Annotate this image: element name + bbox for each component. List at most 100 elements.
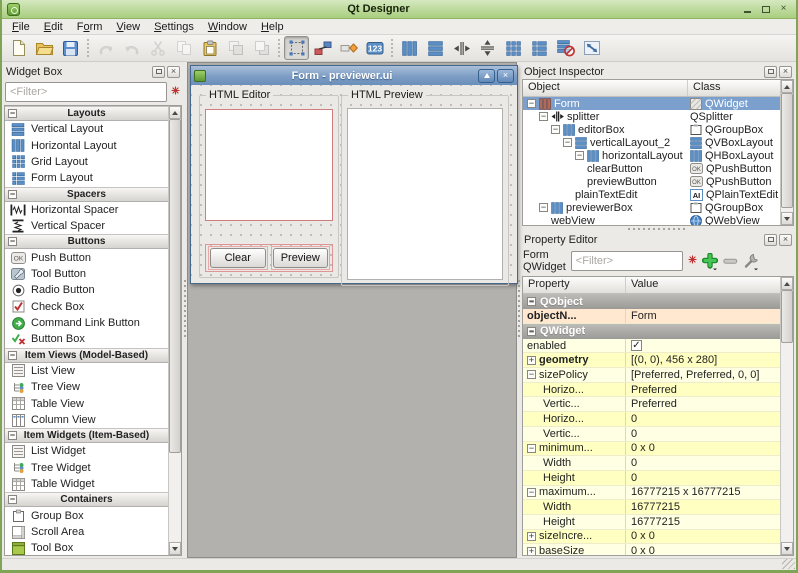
web-view[interactable] <box>347 108 503 280</box>
scroll-thumb[interactable] <box>781 290 793 343</box>
property-row-sizepolicy[interactable]: −sizePolicy[Preferred, Preferred, 0, 0] <box>523 368 780 383</box>
section-header-containers[interactable]: −Containers <box>5 492 168 507</box>
widget-item-table-view[interactable]: Table View <box>5 395 168 411</box>
widget-item-tree-widget[interactable]: Tree Widget <box>5 460 168 476</box>
scroll-down-button[interactable] <box>781 542 793 555</box>
expand-toggle-icon[interactable]: − <box>8 190 17 199</box>
property-group-qobject[interactable]: −QObject <box>523 294 780 309</box>
property-row-minimum[interactable]: −minimum...0 x 0 <box>523 442 780 457</box>
widget-item-tool-button[interactable]: Tool Button <box>5 266 168 282</box>
expand-toggle-icon[interactable]: − <box>551 125 560 134</box>
widget-item-button-box[interactable]: Button Box <box>5 331 168 347</box>
layout-horizontal-splitter-button[interactable] <box>449 36 474 60</box>
property-value-cell[interactable]: 16777215 x 16777215 <box>626 486 780 500</box>
widget-item-vertical-layout[interactable]: Vertical Layout <box>5 121 168 137</box>
expand-toggle-icon[interactable]: − <box>575 151 584 160</box>
expand-toggle-icon[interactable]: − <box>539 203 548 212</box>
property-row-height[interactable]: Height16777215 <box>523 515 780 530</box>
edit-buddies-mode-button[interactable] <box>336 36 361 60</box>
adjust-size-button[interactable] <box>579 36 604 60</box>
widget-item-push-button[interactable]: OKPush Button <box>5 249 168 265</box>
html-editor-groupbox[interactable]: HTML Editor Clear Preview <box>199 95 339 278</box>
widget-item-vertical-spacer[interactable]: Vertical Spacer <box>5 218 168 234</box>
menu-window[interactable]: Window <box>201 20 254 34</box>
close-panel-button[interactable]: × <box>779 66 792 78</box>
widget-item-list-widget[interactable]: List Widget <box>5 443 168 459</box>
widget-item-tool-box[interactable]: Tool Box <box>5 540 168 555</box>
scroll-track[interactable] <box>781 290 793 542</box>
widget-filter-input[interactable] <box>5 82 167 102</box>
float-panel-button[interactable] <box>152 66 165 78</box>
property-row-maximum[interactable]: −maximum...16777215 x 16777215 <box>523 486 780 501</box>
plain-text-edit[interactable] <box>205 109 333 221</box>
minimize-button[interactable] <box>740 3 755 16</box>
property-value-cell[interactable]: 0 <box>626 412 780 426</box>
expand-toggle-icon[interactable]: − <box>527 327 536 336</box>
property-row-basesize[interactable]: +baseSize0 x 0 <box>523 544 780 555</box>
filter-clear-icon[interactable] <box>688 255 697 267</box>
property-editor-scrollbar[interactable] <box>780 277 793 555</box>
raise-button[interactable] <box>249 36 274 60</box>
scroll-thumb[interactable] <box>781 93 793 208</box>
object-inspector-columns[interactable]: Object Class <box>523 80 793 97</box>
property-row-horizo[interactable]: Horizo...0 <box>523 412 780 427</box>
form-maximize-button[interactable] <box>478 69 495 83</box>
filter-clear-icon[interactable] <box>171 86 180 98</box>
scroll-down-button[interactable] <box>781 212 793 225</box>
scroll-up-button[interactable] <box>781 277 793 290</box>
widget-item-radio-button[interactable]: Radio Button <box>5 282 168 298</box>
property-row-geometry[interactable]: +geometry[(0, 0), 456 x 280] <box>523 353 780 368</box>
property-filter-input[interactable] <box>571 251 683 271</box>
column-header-object[interactable]: Object <box>523 80 688 96</box>
property-row-sizeincre[interactable]: +sizeIncre...0 x 0 <box>523 530 780 545</box>
form-close-button[interactable]: × <box>497 69 514 83</box>
tree-row-horizontallayout[interactable]: −horizontalLayoutQHBoxLayout <box>523 149 780 162</box>
layout-form-button[interactable] <box>527 36 552 60</box>
paste-button[interactable] <box>197 36 222 60</box>
widget-item-horizontal-layout[interactable]: Horizontal Layout <box>5 137 168 153</box>
expand-toggle-icon[interactable]: − <box>527 370 536 379</box>
property-row-objectn[interactable]: objectN...Form <box>523 309 780 324</box>
float-panel-button[interactable] <box>764 66 777 78</box>
layout-grid-button[interactable] <box>501 36 526 60</box>
open-form-button[interactable] <box>32 36 57 60</box>
remove-dynamic-property-button[interactable] <box>723 257 738 266</box>
widget-item-check-box[interactable]: Check Box <box>5 299 168 315</box>
widget-item-table-widget[interactable]: Table Widget <box>5 476 168 492</box>
menu-edit[interactable]: Edit <box>37 20 70 34</box>
close-button[interactable]: × <box>776 3 791 16</box>
scroll-down-button[interactable] <box>169 542 181 555</box>
column-header-value[interactable]: Value <box>626 277 793 293</box>
expand-toggle-icon[interactable]: − <box>8 109 17 118</box>
widget-item-group-box[interactable]: Group Box <box>5 507 168 523</box>
dock-splitter-right[interactable] <box>517 62 521 558</box>
expand-toggle-icon[interactable]: − <box>527 444 536 453</box>
property-value-cell[interactable]: [Preferred, Preferred, 0, 0] <box>626 368 780 382</box>
expand-toggle-icon[interactable]: + <box>527 547 536 555</box>
column-header-property[interactable]: Property <box>523 277 626 293</box>
property-row-horizo[interactable]: Horizo...Preferred <box>523 383 780 398</box>
lower-button[interactable] <box>223 36 248 60</box>
scroll-up-button[interactable] <box>169 106 181 119</box>
cut-button[interactable] <box>145 36 170 60</box>
form-canvas[interactable]: HTML Editor Clear Preview HTML Preview <box>191 85 517 283</box>
property-row-vertic[interactable]: Vertic...0 <box>523 427 780 442</box>
add-dynamic-property-button[interactable] <box>702 253 718 270</box>
tree-row-webview[interactable]: webViewQWebView <box>523 214 780 225</box>
menu-help[interactable]: Help <box>254 20 291 34</box>
property-row-enabled[interactable]: enabled✓ <box>523 339 780 354</box>
scroll-thumb[interactable] <box>169 119 181 453</box>
tree-row-previewerbox[interactable]: −previewerBoxQGroupBox <box>523 201 780 214</box>
menu-view[interactable]: View <box>109 20 147 34</box>
form-designer-window[interactable]: Form - previewer.ui × HTML Editor Clear … <box>190 65 518 284</box>
float-panel-button[interactable] <box>764 234 777 246</box>
menu-file[interactable]: File <box>5 20 37 34</box>
property-row-width[interactable]: Width16777215 <box>523 500 780 515</box>
tree-row-previewbutton[interactable]: previewButtonOKQPushButton <box>523 175 780 188</box>
maximize-button[interactable] <box>758 3 773 16</box>
property-row-height[interactable]: Height0 <box>523 471 780 486</box>
button-row-layout[interactable]: Clear Preview <box>205 244 333 272</box>
layout-vertical-splitter-button[interactable] <box>475 36 500 60</box>
property-value-cell[interactable]: Form <box>626 309 780 323</box>
break-layout-button[interactable] <box>553 36 578 60</box>
